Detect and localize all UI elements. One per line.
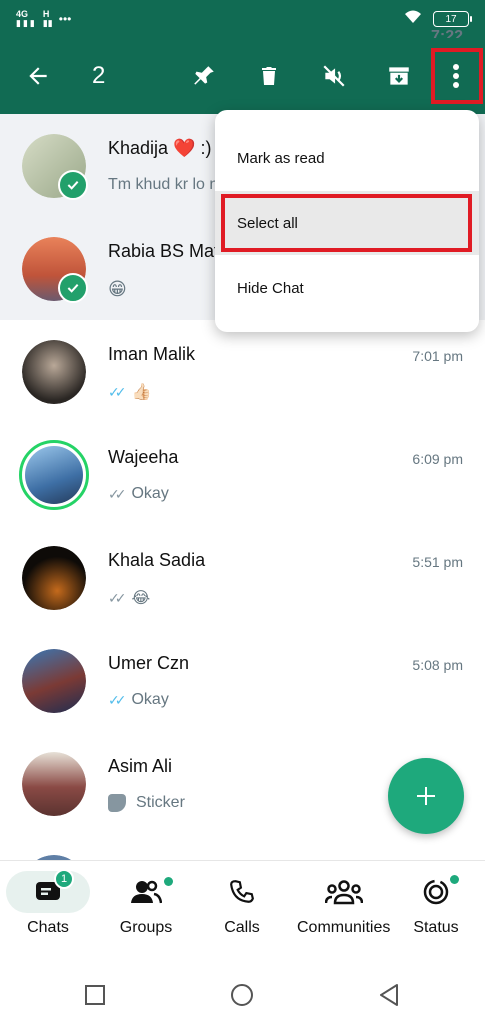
- selection-toolbar: 2: [0, 38, 485, 114]
- delivered-ticks-icon: ✓✓: [108, 589, 127, 606]
- status-icon: [423, 879, 449, 905]
- delete-icon[interactable]: [249, 56, 289, 96]
- phone-icon: [230, 880, 254, 903]
- avatar: [22, 752, 86, 816]
- sticker-icon: [108, 794, 126, 812]
- recent-apps-icon[interactable]: [84, 984, 106, 1006]
- menu-item-mark-as-read[interactable]: Mark as read: [215, 126, 479, 190]
- more-notifications-icon: •••: [58, 12, 72, 26]
- chat-row[interactable]: Umer Czn 5:08 pm ✓✓ Okay: [0, 629, 485, 732]
- read-ticks-icon: ✓✓: [108, 383, 127, 400]
- status-bar: 4G ▮▮▮ H ▮▮ 7:22 ••• 17: [0, 0, 485, 45]
- network-indicator: 4G ▮▮▮: [16, 9, 37, 28]
- read-ticks-icon: ✓✓: [108, 691, 127, 708]
- chat-name: Wajeeha: [108, 447, 179, 467]
- menu-item-hide-chat[interactable]: Hide Chat: [215, 256, 479, 320]
- archive-icon[interactable]: [379, 56, 419, 96]
- back-icon[interactable]: [378, 983, 400, 1007]
- nav-communities[interactable]: Communities: [297, 871, 390, 937]
- chat-name: Iman Malik: [108, 344, 196, 364]
- nav-groups[interactable]: Groups: [104, 871, 188, 937]
- chat-name: Umer Czn: [108, 653, 190, 673]
- status-update-dot: [450, 875, 459, 884]
- signal-indicator: H ▮▮: [42, 9, 53, 28]
- chat-last-message: Sticker: [108, 794, 185, 812]
- communities-icon: [324, 880, 363, 905]
- chat-row[interactable]: [0, 835, 485, 860]
- home-icon[interactable]: [230, 983, 254, 1007]
- groups-update-dot: [164, 877, 173, 886]
- pin-icon[interactable]: [184, 56, 224, 96]
- chat-time: 7:01 pm: [412, 348, 463, 364]
- groups-icon: [131, 880, 162, 904]
- chat-last-message: Tm khud kr lo na: [108, 176, 228, 193]
- chat-last-message: ✓✓ 👍🏻: [108, 383, 152, 402]
- chat-last-message: ✓✓ Okay: [108, 485, 169, 502]
- chat-last-message: 😁: [108, 279, 127, 299]
- chat-time: 5:08 pm: [412, 657, 463, 673]
- chat-row[interactable]: Iman Malik 7:01 pm ✓✓ 👍🏻: [0, 320, 485, 423]
- selected-count: 2: [92, 62, 106, 89]
- chat-row[interactable]: Wajeeha 6:09 pm ✓✓ Okay: [0, 423, 485, 526]
- selected-check-icon: [58, 170, 88, 200]
- nav-calls[interactable]: Calls: [200, 871, 284, 937]
- nav-status[interactable]: Status: [394, 871, 478, 937]
- unread-badge: 1: [54, 869, 74, 889]
- mute-icon[interactable]: [314, 56, 354, 96]
- chat-row[interactable]: Khala Sadia 5:51 pm ✓✓ 😂: [0, 526, 485, 629]
- chat-time: 6:09 pm: [412, 451, 463, 467]
- avatar: [22, 340, 86, 404]
- new-chat-button[interactable]: [388, 758, 464, 834]
- chat-name: Asim Ali: [108, 756, 173, 776]
- chat-last-message: ✓✓ Okay: [108, 691, 169, 708]
- select-all-highlight: [221, 194, 472, 252]
- delivered-ticks-icon: ✓✓: [108, 485, 127, 502]
- chat-time: 5:51 pm: [412, 554, 463, 570]
- chat-last-message: ✓✓ 😂: [108, 589, 151, 608]
- wifi-icon: [403, 9, 423, 29]
- chat-name: Khala Sadia: [108, 550, 206, 570]
- battery-icon: 17: [433, 11, 472, 27]
- avatar: [22, 649, 86, 713]
- bottom-navigation: 1 Chats Groups Calls Communities Status: [0, 860, 485, 960]
- back-arrow-icon[interactable]: [18, 56, 58, 96]
- chat-name: Rabia BS Math: [108, 241, 230, 261]
- nav-chats[interactable]: 1 Chats: [6, 869, 90, 937]
- plus-icon: [417, 787, 435, 805]
- system-navigation-bar: [0, 960, 485, 1024]
- selected-check-icon: [58, 273, 88, 303]
- avatar-status-ring: [19, 440, 89, 510]
- chat-name: Khadija ❤️ :): [108, 138, 212, 158]
- more-options-highlight: [431, 48, 483, 104]
- avatar: [22, 546, 86, 610]
